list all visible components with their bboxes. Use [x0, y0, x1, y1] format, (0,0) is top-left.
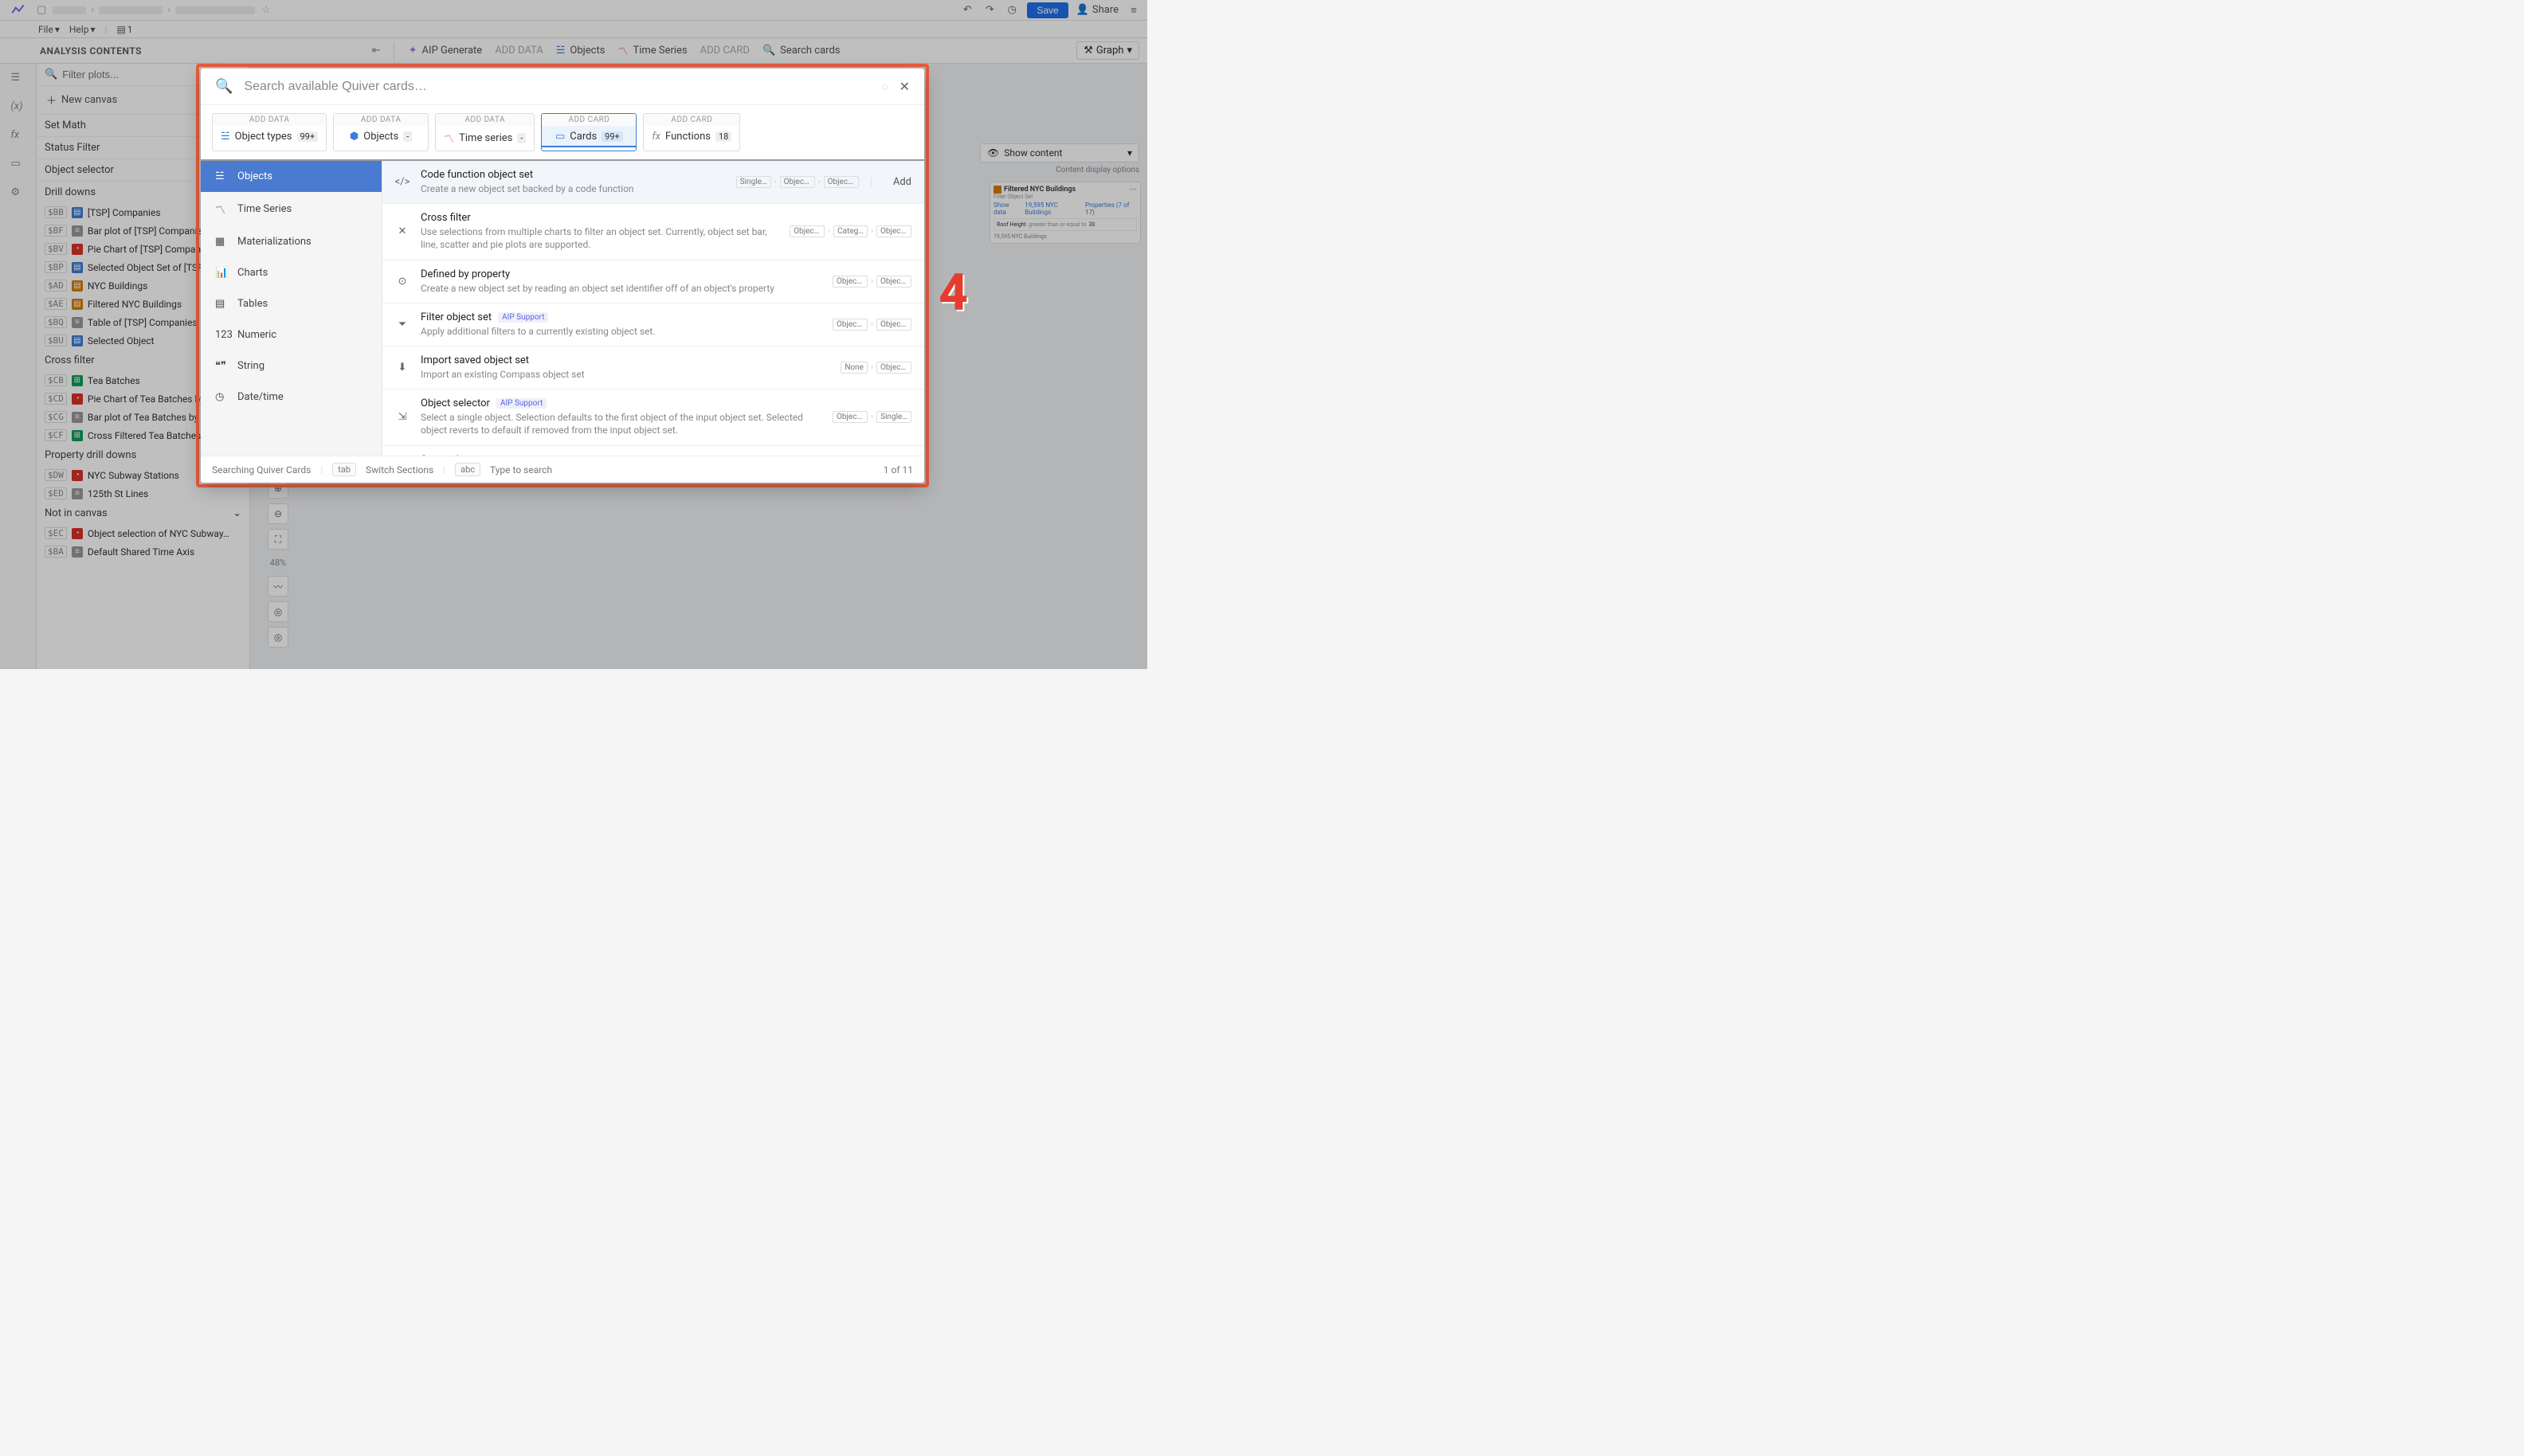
card-row[interactable]: ⏷ Filter object setAIP Support Apply add… [382, 303, 924, 346]
object-types-icon: ☱ [221, 131, 230, 143]
timeseries-icon: 〽 [215, 202, 228, 217]
bar-icon: 📊 [215, 267, 228, 279]
card-tag: Object… [790, 225, 825, 237]
quiver-card-modal: 🔍 ◌ ✕ ADD DATA ☱ Object types 99+ ADD DA… [201, 68, 924, 483]
tab-key-hint: tab [332, 463, 356, 476]
result-counter: 1 of 11 [884, 464, 913, 476]
quiver-modal-highlight: 🔍 ◌ ✕ ADD DATA ☱ Object types 99+ ADD DA… [196, 64, 929, 487]
card-type-icon: ✕ [395, 225, 410, 239]
modal-card-list: </> Code function object set Create a ne… [382, 161, 924, 456]
card-tag: None [841, 362, 868, 374]
filter-objects[interactable]: ADD DATA ⬢ Objects - [333, 113, 429, 151]
card-tag: Object… [833, 411, 868, 423]
card-tag: Object… [833, 276, 868, 288]
switch-sections-hint: Switch Sections [366, 464, 433, 476]
card-tag: Object… [824, 176, 859, 188]
card-row[interactable]: ⊙ Defined by property Create a new objec… [382, 260, 924, 303]
layers-icon: ☱ [215, 170, 228, 182]
functions-icon: fx [652, 131, 660, 143]
modal-sidebar-tables[interactable]: ▤Tables [201, 288, 382, 319]
card-type-icon: ⊙ [395, 274, 410, 288]
filter-object-types[interactable]: ADD DATA ☱ Object types 99+ [212, 113, 327, 151]
modal-sidebar-materializations[interactable]: ▦Materializations [201, 226, 382, 257]
card-type-icon: </> [395, 175, 410, 190]
modal-footer: Searching Quiver Cards | tab Switch Sect… [201, 456, 924, 483]
aip-badge: AIP Support [496, 398, 547, 409]
card-tag: Object… [876, 319, 911, 331]
card-row[interactable]: ⬇ Import saved object set Import an exis… [382, 346, 924, 389]
add-button[interactable]: Add [893, 176, 911, 188]
num-icon: 123 [215, 329, 228, 341]
spinner-icon: ◌ [882, 80, 888, 93]
card-row[interactable]: ⊕ Set math Combine multiple object sets … [382, 446, 924, 456]
card-type-icon: ⇲ [395, 410, 410, 425]
card-tag: Object… [876, 276, 911, 288]
objects-icon: ⬢ [350, 131, 359, 143]
modal-sidebar-time-series[interactable]: 〽Time Series [201, 192, 382, 226]
modal-search-row: 🔍 ◌ ✕ [201, 68, 924, 105]
filter-functions[interactable]: ADD CARD fx Functions 18 [643, 113, 740, 151]
table-icon: ▦ [215, 236, 228, 248]
card-type-icon: ⏷ [395, 317, 410, 331]
modal-search-input[interactable] [244, 80, 870, 94]
clock-icon: ◷ [215, 391, 228, 403]
modal-sidebar-numeric[interactable]: 123Numeric [201, 319, 382, 350]
card-row[interactable]: ✕ Cross filter Use selections from multi… [382, 204, 924, 260]
close-icon[interactable]: ✕ [899, 79, 910, 94]
modal-sidebar-charts[interactable]: 📊Charts [201, 257, 382, 288]
card-row[interactable]: ⇲ Object selectorAIP Support Select a si… [382, 389, 924, 445]
aip-badge: AIP Support [498, 312, 548, 323]
card-tag: Object… [876, 225, 911, 237]
card-type-icon: ⬇ [395, 361, 410, 375]
timeseries-icon: 〽 [444, 131, 454, 146]
card-row[interactable]: </> Code function object set Create a ne… [382, 161, 924, 204]
modal-sidebar-string[interactable]: ❝❞String [201, 350, 382, 382]
modal-sidebar: ☱Objects〽Time Series▦Materializations📊Ch… [201, 161, 382, 456]
card-tag: Categ… [833, 225, 868, 237]
card-tag: Single… [876, 411, 911, 423]
quote-icon: ❝❞ [215, 360, 228, 372]
card-tag: Object… [876, 362, 911, 374]
modal-sidebar-date-time[interactable]: ◷Date/time [201, 382, 382, 413]
modal-sidebar-objects[interactable]: ☱Objects [201, 161, 382, 192]
card-tag: Object… [833, 319, 868, 331]
cards-icon: ▭ [555, 131, 565, 143]
filter-cards[interactable]: ADD CARD ▭ Cards 99+ [541, 113, 637, 151]
search-icon: 🔍 [215, 78, 233, 95]
type-search-hint: Type to search [490, 464, 552, 476]
modal-filters: ADD DATA ☱ Object types 99+ ADD DATA ⬢ O… [201, 105, 924, 161]
abc-key-hint: abc [455, 463, 480, 476]
card-tag: Single… [736, 176, 771, 188]
filter-time-series[interactable]: ADD DATA 〽 Time series - [435, 113, 535, 151]
footer-status: Searching Quiver Cards [212, 464, 311, 476]
table2-icon: ▤ [215, 298, 228, 310]
annotation-number: 4 [939, 263, 968, 323]
card-tag: Object… [780, 176, 815, 188]
